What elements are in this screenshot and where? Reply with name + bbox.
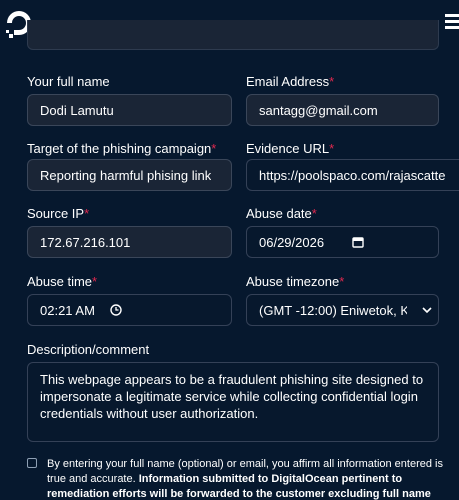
description-textarea[interactable]: This webpage appears to be a fraudulent … [27,362,439,442]
abuse-date-label: Abuse date* [246,206,317,221]
previous-field[interactable] [27,20,439,50]
email-label: Email Address* [246,74,335,89]
clock-icon[interactable] [110,304,122,316]
source-ip-label: Source IP* [27,206,90,221]
evidence-url-label: Evidence URL* [246,141,335,156]
calendar-icon[interactable] [352,236,364,248]
description-label: Description/comment [27,342,150,357]
email-input[interactable]: santagg@gmail.com [246,94,439,126]
hamburger-menu-icon[interactable] [445,14,459,32]
target-label: Target of the phishing campaign* [27,141,217,156]
chevron-down-icon [422,307,432,314]
abuse-date-input[interactable]: 06/29/2026 [246,226,439,258]
consent-text: By entering your full name (optional) or… [47,458,443,500]
evidence-url-input[interactable]: https://poolspaco.com/rajascatte [246,159,459,191]
full-name-input[interactable]: Dodi Lamutu [27,94,232,126]
target-input[interactable]: Reporting harmful phising link [27,159,232,191]
full-name-label: Your full name [27,74,110,89]
consent-checkbox[interactable] [27,458,37,468]
abuse-time-input[interactable]: 02:21 AM [27,294,232,326]
abuse-time-label: Abuse time* [27,274,98,289]
abuse-timezone-select[interactable]: (GMT -12:00) Eniwetok, K [246,294,439,326]
abuse-timezone-label: Abuse timezone* [246,274,345,289]
source-ip-input[interactable]: 172.67.216.101 [27,226,232,258]
